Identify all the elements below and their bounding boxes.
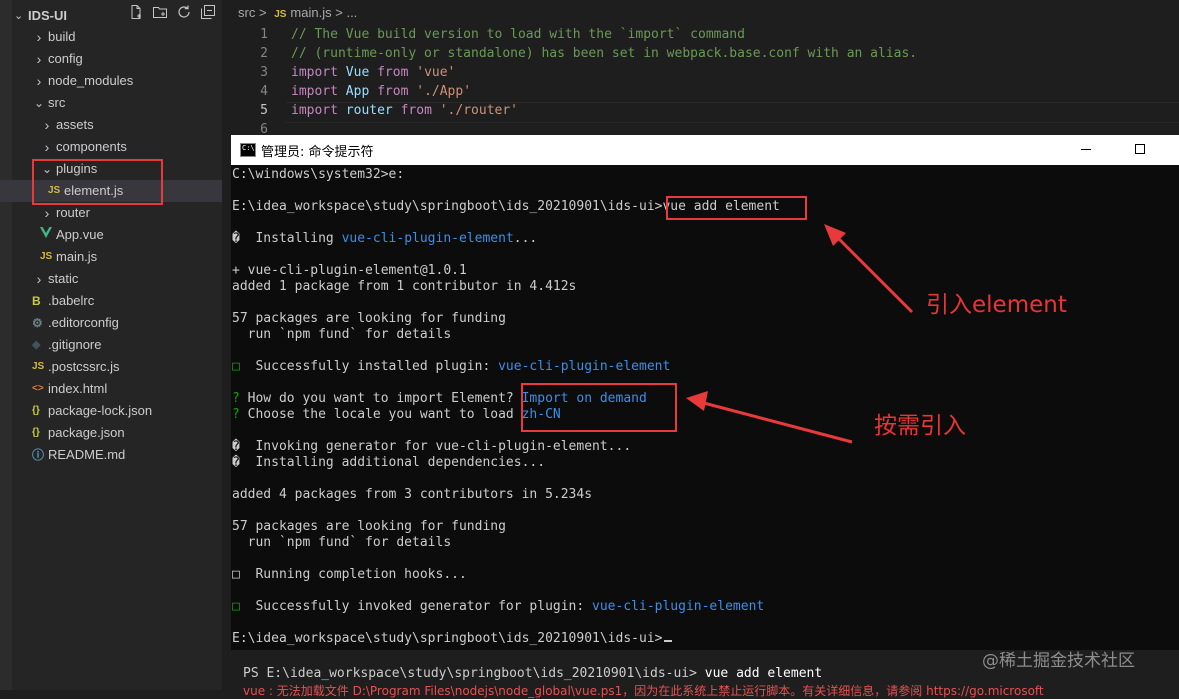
terminal-error-line: vue : 无法加载文件 D:\Program Files\nodejs\nod… xyxy=(243,684,1044,698)
annotation-import-element: 引入element xyxy=(926,292,1067,318)
arrow-to-options xyxy=(699,400,853,444)
arrowhead-options xyxy=(686,391,708,411)
terminal-command-line: PS E:\idea_workspace\study\springboot\id… xyxy=(243,666,822,681)
annotation-on-demand: 按需引入 xyxy=(874,413,966,439)
annotation-arrows xyxy=(686,224,914,444)
terminal-command: vue add element xyxy=(704,666,823,681)
arrow-to-command xyxy=(831,231,914,314)
terminal-prompt: PS E:\idea_workspace\study\springboot\id… xyxy=(243,666,705,681)
watermark: @稀土掘金技术社区 xyxy=(982,651,1135,671)
